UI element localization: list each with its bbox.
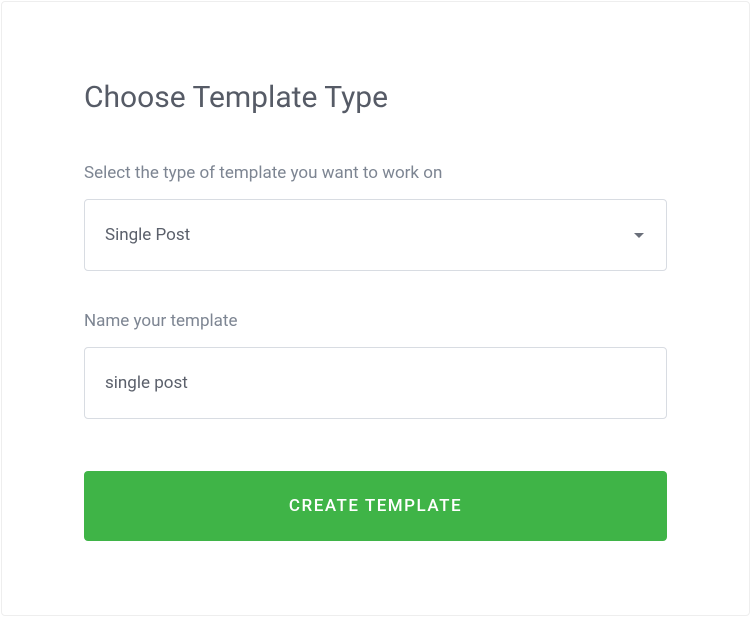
- template-name-label: Name your template: [84, 311, 667, 331]
- template-type-label: Select the type of template you want to …: [84, 163, 667, 183]
- create-template-button[interactable]: CREATE TEMPLATE: [84, 471, 667, 541]
- template-name-field: Name your template: [84, 311, 667, 419]
- template-type-select-display[interactable]: Single Post: [84, 199, 667, 271]
- chevron-down-icon: [634, 233, 644, 238]
- template-type-field: Select the type of template you want to …: [84, 163, 667, 271]
- template-name-input[interactable]: [84, 347, 667, 419]
- template-type-select[interactable]: Single Post: [84, 199, 667, 271]
- template-type-panel: Choose Template Type Select the type of …: [1, 1, 750, 616]
- panel-title: Choose Template Type: [84, 80, 667, 115]
- template-type-selected-value: Single Post: [105, 225, 190, 245]
